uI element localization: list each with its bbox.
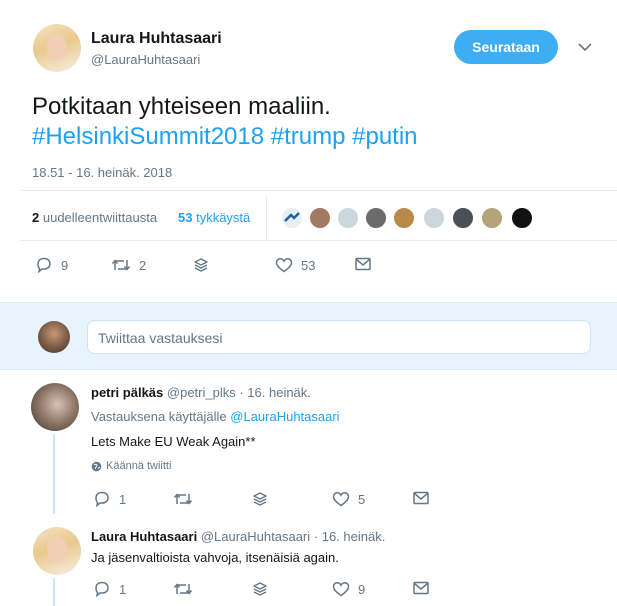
tweet-timestamp[interactable]: 18.51 - 16. heinäk. 2018	[32, 165, 172, 180]
message-action[interactable]	[355, 257, 371, 271]
translate-label: Käännä twiitti	[106, 460, 172, 472]
likes-label: tykkäystä	[196, 210, 251, 225]
liker-avatar[interactable]	[510, 206, 534, 230]
thread-line	[53, 434, 55, 514]
message-action[interactable]	[413, 581, 429, 595]
tweet-text: Potkitaan yhteiseen maaliin.	[32, 93, 331, 120]
heart-icon	[332, 581, 350, 597]
retweet-icon	[111, 257, 131, 273]
chevron-down-icon[interactable]	[578, 42, 592, 52]
retweets-label: uudelleentwiittausta	[42, 210, 158, 225]
reply-count: 9	[61, 257, 69, 273]
retweet-icon	[173, 491, 193, 507]
reply-count: 1	[119, 491, 127, 507]
share-action[interactable]	[193, 257, 209, 273]
like-stats[interactable]: 53 tykkäystä	[178, 210, 250, 225]
divider	[266, 196, 267, 240]
like-count: 5	[358, 491, 366, 507]
reply-author-name[interactable]: petri pälkäs	[91, 385, 163, 400]
like-action[interactable]: 53	[275, 257, 315, 273]
reply-action[interactable]: 9	[35, 257, 68, 273]
author-handle[interactable]: @LauraHuhtasaari	[91, 52, 200, 67]
reply-author-handle[interactable]: @petri_plks	[167, 385, 236, 400]
liker-avatar[interactable]	[280, 206, 304, 230]
share-icon	[252, 491, 268, 507]
reply-author-avatar[interactable]	[31, 383, 79, 431]
liker-avatar[interactable]	[364, 206, 388, 230]
liker-avatar[interactable]	[392, 206, 416, 230]
retweet-action[interactable]	[173, 581, 193, 597]
liker-avatar[interactable]	[336, 206, 360, 230]
reply-input[interactable]: Twiittaa vastauksesi	[87, 320, 591, 354]
retweets-count: 2	[32, 210, 40, 225]
reply-header: Laura Huhtasaari @LauraHuhtasaari · 16. …	[91, 529, 385, 544]
reply-icon	[93, 581, 111, 597]
liker-avatar[interactable]	[480, 206, 504, 230]
share-icon	[252, 581, 268, 597]
share-action[interactable]	[252, 581, 268, 597]
retweet-count: 2	[139, 257, 147, 273]
retweet-action[interactable]: 2	[111, 257, 146, 273]
liker-avatar[interactable]	[422, 206, 446, 230]
tweet-hashtags[interactable]: #HelsinkiSummit2018 #trump #putin	[32, 122, 418, 152]
like-action[interactable]: 5	[332, 491, 365, 507]
author-name[interactable]: Laura Huhtasaari	[91, 30, 222, 48]
reply-count: 1	[119, 581, 127, 597]
replying-to-label: Vastauksena käyttäjälle	[91, 409, 227, 424]
thread-line	[53, 578, 55, 606]
user-avatar	[38, 321, 70, 353]
replying-to-handle[interactable]: @LauraHuhtasaari	[230, 409, 339, 424]
replying-to: Vastauksena käyttäjälle @LauraHuhtasaari	[91, 409, 340, 424]
share-action[interactable]	[252, 491, 268, 507]
like-count: 53	[301, 257, 316, 273]
reply-action[interactable]: 1	[93, 581, 126, 597]
share-icon	[193, 257, 209, 273]
reply-date[interactable]: · 16. heinäk.	[314, 529, 386, 544]
liker-avatar[interactable]	[308, 206, 332, 230]
reply-text: Lets Make EU Weak Again**	[91, 434, 256, 449]
likes-count: 53	[178, 210, 193, 225]
reply-header: petri pälkäs @petri_plks · 16. heinäk.	[91, 385, 311, 400]
reply-author-handle[interactable]: @LauraHuhtasaari	[201, 529, 310, 544]
divider	[20, 190, 617, 191]
retweet-icon	[173, 581, 193, 597]
like-count: 9	[358, 581, 366, 597]
like-action[interactable]: 9	[332, 581, 365, 597]
divider	[20, 240, 617, 241]
envelope-icon	[413, 491, 429, 505]
envelope-icon	[413, 581, 429, 595]
retweet-stats[interactable]: 2 uudelleentwiittausta	[32, 210, 157, 225]
reply-text: Ja jäsenvaltioista vahvoja, itsenäisiä a…	[91, 550, 339, 565]
heart-icon	[332, 491, 350, 507]
reply-date[interactable]: · 16. heinäk.	[239, 385, 311, 400]
reply-author-avatar[interactable]	[33, 527, 81, 575]
reply-icon	[35, 257, 53, 273]
liker-avatar[interactable]	[451, 206, 475, 230]
envelope-icon	[355, 257, 371, 271]
reply-action[interactable]: 1	[93, 491, 126, 507]
reply-icon	[93, 491, 111, 507]
reply-author-name[interactable]: Laura Huhtasaari	[91, 529, 197, 544]
message-action[interactable]	[413, 491, 429, 505]
author-avatar[interactable]	[33, 24, 81, 72]
translate-link[interactable]: Käännä twiitti	[91, 460, 171, 472]
follow-button[interactable]: Seurataan	[454, 30, 558, 64]
globe-icon	[91, 461, 102, 472]
heart-icon	[275, 257, 293, 273]
retweet-action[interactable]	[173, 491, 193, 507]
